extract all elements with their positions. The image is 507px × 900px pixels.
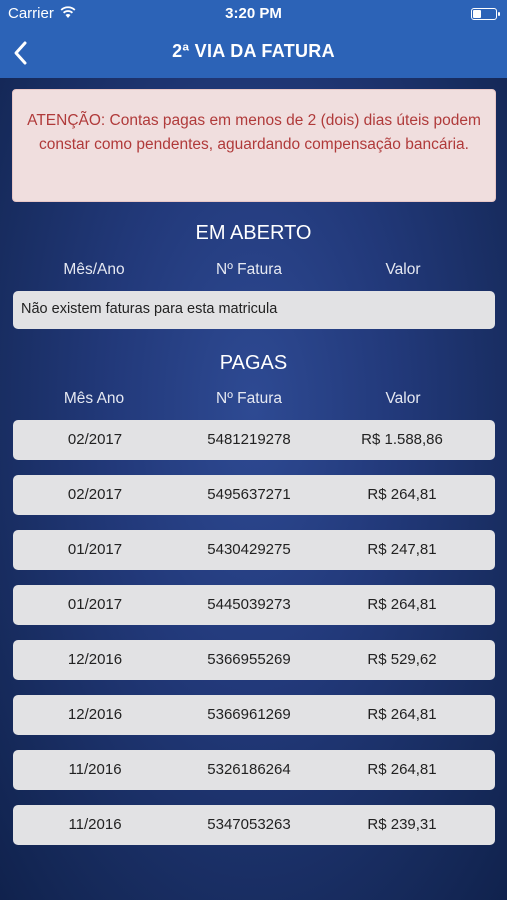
paid-column-headers: Mês Ano Nº Fatura Valor <box>0 390 507 410</box>
row-month: 11/2016 <box>68 761 122 778</box>
row-month: 11/2016 <box>68 816 122 833</box>
row-value: R$ 264,81 <box>367 596 437 613</box>
warning-alert: ATENÇÃO: Contas pagas em menos de 2 (doi… <box>12 89 496 202</box>
row-value: R$ 1.588,86 <box>361 431 443 448</box>
col-header-month: Mês Ano <box>63 390 125 407</box>
col-header-month: Mês/Ano <box>63 261 125 278</box>
row-invoice-number: 5366955269 <box>207 651 291 668</box>
invoice-row[interactable]: 11/2016 5326186264 R$ 264,81 <box>13 750 495 790</box>
row-invoice-number: 5495637271 <box>207 486 291 503</box>
status-bar: Carrier 3:20 PM <box>0 0 507 28</box>
row-value: R$ 264,81 <box>367 486 437 503</box>
row-month: 02/2017 <box>67 486 123 503</box>
open-column-headers: Mês/Ano Nº Fatura Valor <box>0 261 507 281</box>
invoice-row[interactable]: 12/2016 5366955269 R$ 529,62 <box>13 640 495 680</box>
page-title: 2ª VIA DA FATURA <box>172 41 335 61</box>
invoice-row[interactable]: 01/2017 5445039273 R$ 264,81 <box>13 585 495 625</box>
clock: 3:20 PM <box>225 5 282 22</box>
row-value: R$ 239,31 <box>367 816 437 833</box>
invoice-row[interactable]: 02/2017 5495637271 R$ 264,81 <box>13 475 495 515</box>
col-header-invoice: Nº Fatura <box>216 261 282 278</box>
row-invoice-number: 5445039273 <box>207 596 291 613</box>
open-section-title: EM ABERTO <box>195 222 312 244</box>
row-invoice-number: 5481219278 <box>207 431 291 448</box>
row-month: 12/2016 <box>67 706 123 723</box>
main-content: ATENÇÃO: Contas pagas em menos de 2 (doi… <box>0 78 507 900</box>
row-invoice-number: 5430429275 <box>207 541 291 558</box>
row-month: 01/2017 <box>67 596 123 613</box>
empty-invoices-message: Não existem faturas para esta matricula <box>13 291 495 329</box>
row-value: R$ 264,81 <box>367 706 437 723</box>
row-value: R$ 264,81 <box>367 761 437 778</box>
row-month: 02/2017 <box>67 431 123 448</box>
row-invoice-number: 5347053263 <box>207 816 291 833</box>
battery-icon <box>471 8 500 20</box>
row-month: 01/2017 <box>67 541 123 558</box>
invoice-row[interactable]: 12/2016 5366961269 R$ 264,81 <box>13 695 495 735</box>
row-invoice-number: 5366961269 <box>207 706 291 723</box>
invoice-row[interactable]: 11/2016 5347053263 R$ 239,31 <box>13 805 495 845</box>
paid-section-title: PAGAS <box>219 352 288 374</box>
invoice-row[interactable]: 02/2017 5481219278 R$ 1.588,86 <box>13 420 495 460</box>
row-invoice-number: 5326186264 <box>207 761 291 778</box>
invoice-row[interactable]: 01/2017 5430429275 R$ 247,81 <box>13 530 495 570</box>
col-header-value: Valor <box>385 261 421 278</box>
row-value: R$ 247,81 <box>367 541 437 558</box>
row-value: R$ 529,62 <box>367 651 437 668</box>
col-header-value: Valor <box>385 390 421 407</box>
col-header-invoice: Nº Fatura <box>216 390 282 407</box>
navigation-bar: 2ª VIA DA FATURA <box>0 28 507 78</box>
row-month: 12/2016 <box>67 651 123 668</box>
empty-message-text: Não existem faturas para esta matricula <box>21 301 278 317</box>
